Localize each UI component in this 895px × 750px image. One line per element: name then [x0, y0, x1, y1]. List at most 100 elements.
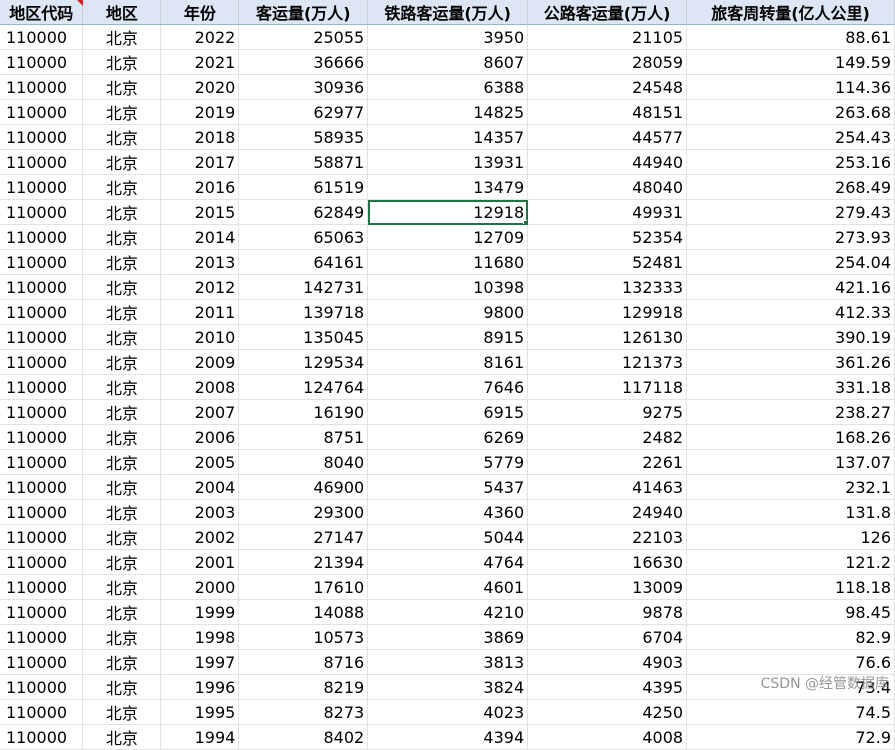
cell-passenger-volume[interactable]: 29300 — [238, 499, 369, 525]
cell-region-code[interactable]: 110000 — [0, 449, 84, 475]
cell-road-passenger-volume[interactable]: 121373 — [527, 349, 688, 375]
cell-region[interactable]: 北京 — [82, 49, 162, 75]
cell-road-passenger-volume[interactable]: 21105 — [527, 24, 688, 50]
cell-road-passenger-volume[interactable]: 9275 — [527, 399, 688, 425]
cell-region[interactable]: 北京 — [82, 349, 162, 375]
cell-passenger-volume[interactable]: 58935 — [238, 124, 369, 150]
cell-rail-passenger-volume[interactable]: 8607 — [367, 49, 529, 75]
cell-road-passenger-volume[interactable]: 4903 — [527, 649, 688, 675]
cell-year[interactable]: 2019 — [160, 99, 240, 125]
cell-region-code[interactable]: 110000 — [0, 274, 84, 300]
cell-road-passenger-volume[interactable]: 28059 — [527, 49, 688, 75]
cell-year[interactable]: 2003 — [160, 499, 240, 525]
cell-road-passenger-volume[interactable]: 22103 — [527, 524, 688, 550]
cell-passenger-turnover[interactable]: 331.18 — [686, 374, 895, 400]
cell-rail-passenger-volume[interactable]: 6388 — [367, 74, 529, 100]
cell-year[interactable]: 2001 — [160, 549, 240, 575]
cell-rail-passenger-volume[interactable]: 13931 — [367, 149, 529, 175]
cell-region-code[interactable]: 110000 — [0, 724, 84, 750]
cell-passenger-turnover[interactable]: 268.49 — [686, 174, 895, 200]
cell-passenger-turnover[interactable]: 98.45 — [686, 599, 895, 625]
cell-passenger-volume[interactable]: 8751 — [238, 424, 369, 450]
cell-region-code[interactable]: 110000 — [0, 649, 84, 675]
cell-passenger-volume[interactable]: 8219 — [238, 674, 369, 700]
cell-road-passenger-volume[interactable]: 129918 — [527, 299, 688, 325]
cell-road-passenger-volume[interactable]: 4395 — [527, 674, 688, 700]
cell-passenger-turnover[interactable]: 421.16 — [686, 274, 895, 300]
cell-region[interactable]: 北京 — [82, 449, 162, 475]
cell-region[interactable]: 北京 — [82, 24, 162, 50]
cell-region-code[interactable]: 110000 — [0, 474, 84, 500]
cell-region-code[interactable]: 110000 — [0, 699, 84, 725]
cell-road-passenger-volume[interactable]: 126130 — [527, 324, 688, 350]
cell-rail-passenger-volume[interactable]: 13479 — [367, 174, 529, 200]
cell-road-passenger-volume[interactable]: 44940 — [527, 149, 688, 175]
cell-region-code[interactable]: 110000 — [0, 249, 84, 275]
cell-road-passenger-volume[interactable]: 24548 — [527, 74, 688, 100]
cell-road-passenger-volume[interactable]: 13009 — [527, 574, 688, 600]
cell-passenger-turnover[interactable]: 82.9 — [686, 624, 895, 650]
cell-year[interactable]: 2005 — [160, 449, 240, 475]
cell-passenger-turnover[interactable]: 131.8 — [686, 499, 895, 525]
cell-passenger-volume[interactable]: 27147 — [238, 524, 369, 550]
cell-rail-passenger-volume[interactable]: 3869 — [367, 624, 529, 650]
cell-year[interactable]: 2017 — [160, 149, 240, 175]
cell-passenger-volume[interactable]: 16190 — [238, 399, 369, 425]
cell-region-code[interactable]: 110000 — [0, 499, 84, 525]
cell-region[interactable]: 北京 — [82, 524, 162, 550]
cell-region-code[interactable]: 110000 — [0, 374, 84, 400]
cell-passenger-turnover[interactable]: 253.16 — [686, 149, 895, 175]
cell-region-code[interactable]: 110000 — [0, 674, 84, 700]
cell-passenger-volume[interactable]: 17610 — [238, 574, 369, 600]
cell-road-passenger-volume[interactable]: 132333 — [527, 274, 688, 300]
cell-region-code[interactable]: 110000 — [0, 149, 84, 175]
cell-region[interactable]: 北京 — [82, 674, 162, 700]
cell-passenger-turnover[interactable]: 118.18 — [686, 574, 895, 600]
cell-year[interactable]: 2014 — [160, 224, 240, 250]
cell-rail-passenger-volume[interactable]: 6269 — [367, 424, 529, 450]
cell-road-passenger-volume[interactable]: 4008 — [527, 724, 688, 750]
cell-rail-passenger-volume[interactable]: 6915 — [367, 399, 529, 425]
cell-road-passenger-volume[interactable]: 41463 — [527, 474, 688, 500]
cell-region[interactable]: 北京 — [82, 549, 162, 575]
cell-passenger-turnover[interactable]: 76.6 — [686, 649, 895, 675]
cell-region-code[interactable]: 110000 — [0, 599, 84, 625]
cell-region-code[interactable]: 110000 — [0, 399, 84, 425]
cell-year[interactable]: 1995 — [160, 699, 240, 725]
cell-passenger-turnover[interactable]: 126 — [686, 524, 895, 550]
cell-passenger-turnover[interactable]: 390.19 — [686, 324, 895, 350]
cell-passenger-volume[interactable]: 8040 — [238, 449, 369, 475]
cell-year[interactable]: 2002 — [160, 524, 240, 550]
cell-passenger-turnover[interactable]: 254.04 — [686, 249, 895, 275]
cell-region[interactable]: 北京 — [82, 149, 162, 175]
cell-passenger-turnover[interactable]: 121.2 — [686, 549, 895, 575]
cell-rail-passenger-volume[interactable]: 4360 — [367, 499, 529, 525]
cell-passenger-volume[interactable]: 21394 — [238, 549, 369, 575]
cell-road-passenger-volume[interactable]: 48040 — [527, 174, 688, 200]
cell-year[interactable]: 1999 — [160, 599, 240, 625]
cell-passenger-volume[interactable]: 142731 — [238, 274, 369, 300]
cell-road-passenger-volume[interactable]: 4250 — [527, 699, 688, 725]
header-rail-passenger-volume[interactable]: 铁路客运量(万人) — [367, 0, 529, 25]
cell-rail-passenger-volume[interactable]: 8915 — [367, 324, 529, 350]
cell-passenger-turnover[interactable]: 412.33 — [686, 299, 895, 325]
cell-year[interactable]: 2004 — [160, 474, 240, 500]
cell-year[interactable]: 2000 — [160, 574, 240, 600]
cell-year[interactable]: 2021 — [160, 49, 240, 75]
cell-rail-passenger-volume[interactable]: 14825 — [367, 99, 529, 125]
cell-rail-passenger-volume[interactable]: 14357 — [367, 124, 529, 150]
header-region-code[interactable]: 地区代码 — [0, 0, 84, 25]
header-road-passenger-volume[interactable]: 公路客运量(万人) — [527, 0, 688, 25]
cell-region[interactable]: 北京 — [82, 199, 162, 225]
cell-passenger-volume[interactable]: 139718 — [238, 299, 369, 325]
cell-passenger-turnover[interactable]: 232.1 — [686, 474, 895, 500]
cell-rail-passenger-volume[interactable]: 4764 — [367, 549, 529, 575]
cell-region-code[interactable]: 110000 — [0, 24, 84, 50]
cell-region[interactable]: 北京 — [82, 499, 162, 525]
cell-year[interactable]: 2016 — [160, 174, 240, 200]
cell-passenger-turnover[interactable]: 263.68 — [686, 99, 895, 125]
cell-rail-passenger-volume[interactable]: 5437 — [367, 474, 529, 500]
cell-region[interactable]: 北京 — [82, 99, 162, 125]
cell-passenger-volume[interactable]: 62977 — [238, 99, 369, 125]
cell-rail-passenger-volume[interactable]: 5044 — [367, 524, 529, 550]
